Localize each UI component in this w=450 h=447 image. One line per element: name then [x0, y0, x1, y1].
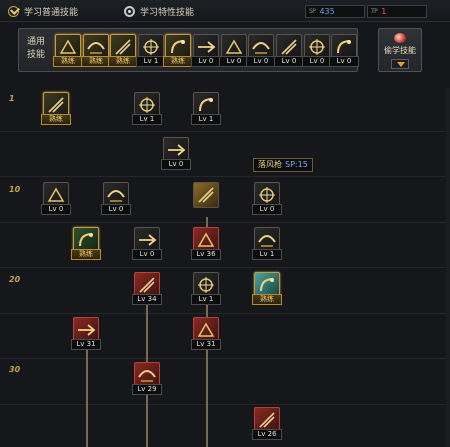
tree-skill-r3d[interactable]: Lv 0: [252, 182, 282, 216]
common-skill-4-icon[interactable]: Lv 1: [136, 34, 166, 68]
skill-icon: [193, 182, 219, 208]
tree-skill-r1b[interactable]: Lv 1: [132, 92, 162, 126]
sp-tag: SP: [309, 8, 316, 15]
common-skill-5-icon[interactable]: 熟练: [163, 34, 193, 68]
skill-level-badge: Lv 1: [136, 56, 166, 67]
skill-level-badge: Lv 0: [274, 56, 304, 67]
tree-skill-r4d[interactable]: Lv 1: [252, 227, 282, 261]
tree-connector: [86, 348, 88, 447]
common-skills-label: 通用技能: [26, 37, 45, 60]
skill-tree-grid: 1 10 20 30: [0, 88, 450, 447]
top-bar: 学习普通技能 学习特性技能 SP 435 TP 1: [0, 0, 450, 22]
tree-skill-r4c[interactable]: Lv 36: [191, 227, 221, 261]
tree-skill-r4a[interactable]: 熟练: [71, 227, 101, 261]
tree-skill-r1c[interactable]: Lv 1: [191, 92, 221, 126]
skill-level-badge: 熟练: [163, 56, 193, 67]
steal-skill-label: 偷学技能: [384, 46, 416, 55]
tab-label: 学习普通技能: [24, 7, 79, 18]
skill-level-badge: Lv 1: [132, 114, 162, 125]
common-skill-3-icon[interactable]: 熟练: [108, 34, 138, 68]
tree-skill-r2a[interactable]: Lv 0: [161, 137, 191, 171]
skill-level-badge: 熟练: [252, 294, 282, 305]
skill-level-badge: Lv 0: [101, 204, 131, 215]
tree-skill-r6a[interactable]: Lv 31: [71, 317, 101, 351]
tree-skill-r3c[interactable]: [193, 182, 219, 216]
skill-level-badge: Lv 1: [191, 294, 221, 305]
skill-level-badge: Lv 0: [252, 204, 282, 215]
tooltip-sp-cost: SP:15: [285, 160, 308, 169]
tooltip-skill-name: 落风枪: [258, 160, 282, 169]
tree-skill-r5c[interactable]: 熟练: [252, 272, 282, 306]
tree-skill-r8a[interactable]: Lv 26: [252, 407, 282, 441]
skill-level-badge: Lv 1: [191, 114, 221, 125]
common-skill-8-icon[interactable]: Lv 0: [246, 34, 276, 68]
skill-level-badge: Lv 36: [191, 249, 221, 260]
steal-skill-icon: [394, 33, 406, 43]
skill-level-badge: Lv 29: [132, 384, 162, 395]
tp-counter: TP 1: [367, 5, 427, 18]
common-skill-11-icon[interactable]: Lv 0: [329, 34, 359, 68]
skill-level-badge: Lv 0: [246, 56, 276, 67]
level-marker-10: 10: [9, 185, 21, 194]
skill-level-badge: Lv 0: [219, 56, 249, 67]
level-marker-30: 30: [9, 365, 21, 374]
tree-skill-r3b[interactable]: Lv 0: [101, 182, 131, 216]
steal-skill-button[interactable]: 偷学技能: [378, 28, 422, 72]
skill-level-badge: Lv 0: [41, 204, 71, 215]
tree-skill-r5a[interactable]: Lv 34: [132, 272, 162, 306]
tp-value: 1: [381, 7, 387, 16]
skill-level-badge: Lv 0: [329, 56, 359, 67]
tree-skill-r5b[interactable]: Lv 1: [191, 272, 221, 306]
tab-learn-normal-skills[interactable]: 学习普通技能: [8, 3, 78, 19]
skill-level-badge: Lv 26: [252, 429, 282, 440]
sp-counter: SP 435: [305, 5, 365, 18]
common-skill-10-icon[interactable]: Lv 0: [302, 34, 332, 68]
skill-level-badge: Lv 0: [161, 159, 191, 170]
skill-level-badge: Lv 31: [71, 339, 101, 350]
skill-tree-window: 学习普通技能 学习特性技能 SP 435 TP 1 通用技能 熟练 熟练 熟练 Lv …: [0, 0, 450, 447]
tp-tag: TP: [371, 8, 378, 15]
radio-icon: [124, 5, 135, 17]
skill-level-badge: Lv 34: [132, 294, 162, 305]
dropdown-arrow-icon[interactable]: [391, 59, 409, 69]
skill-level-badge: Lv 1: [252, 249, 282, 260]
scrollbar[interactable]: [446, 88, 450, 447]
skill-level-badge: Lv 0: [132, 249, 162, 260]
tree-connector: [206, 217, 208, 227]
tab-label: 学习特性技能: [140, 7, 195, 18]
checkbox-icon: [8, 5, 19, 17]
tree-skill-r4b[interactable]: Lv 0: [132, 227, 162, 261]
tab-learn-trait-skills[interactable]: 学习特性技能: [124, 3, 194, 19]
common-skill-2-icon[interactable]: 熟练: [81, 34, 111, 68]
skill-level-badge: 熟练: [81, 56, 111, 67]
tree-skill-r7a[interactable]: Lv 29: [132, 362, 162, 396]
common-skill-6-icon[interactable]: Lv 0: [191, 34, 221, 68]
skill-level-badge: 熟练: [53, 56, 83, 67]
skill-level-badge: Lv 31: [191, 339, 221, 350]
skill-level-badge: Lv 0: [302, 56, 332, 67]
sp-value: 435: [319, 7, 335, 16]
skill-level-badge: 熟练: [108, 56, 138, 67]
level-marker-20: 20: [9, 275, 21, 284]
common-skill-9-icon[interactable]: Lv 0: [274, 34, 304, 68]
common-skill-7-icon[interactable]: Lv 0: [219, 34, 249, 68]
tree-skill-r3a[interactable]: Lv 0: [41, 182, 71, 216]
tree-skill-r6b[interactable]: Lv 31: [191, 317, 221, 351]
skill-level-badge: 熟练: [71, 249, 101, 260]
skill-level-badge: Lv 0: [191, 56, 221, 67]
skill-level-badge: 熟练: [41, 114, 71, 125]
tree-skill-r1a[interactable]: 熟练: [41, 92, 71, 126]
common-skill-1-icon[interactable]: 熟练: [53, 34, 83, 68]
level-marker-1: 1: [9, 94, 15, 103]
skill-tooltip: 落风枪 SP:15: [253, 158, 313, 172]
